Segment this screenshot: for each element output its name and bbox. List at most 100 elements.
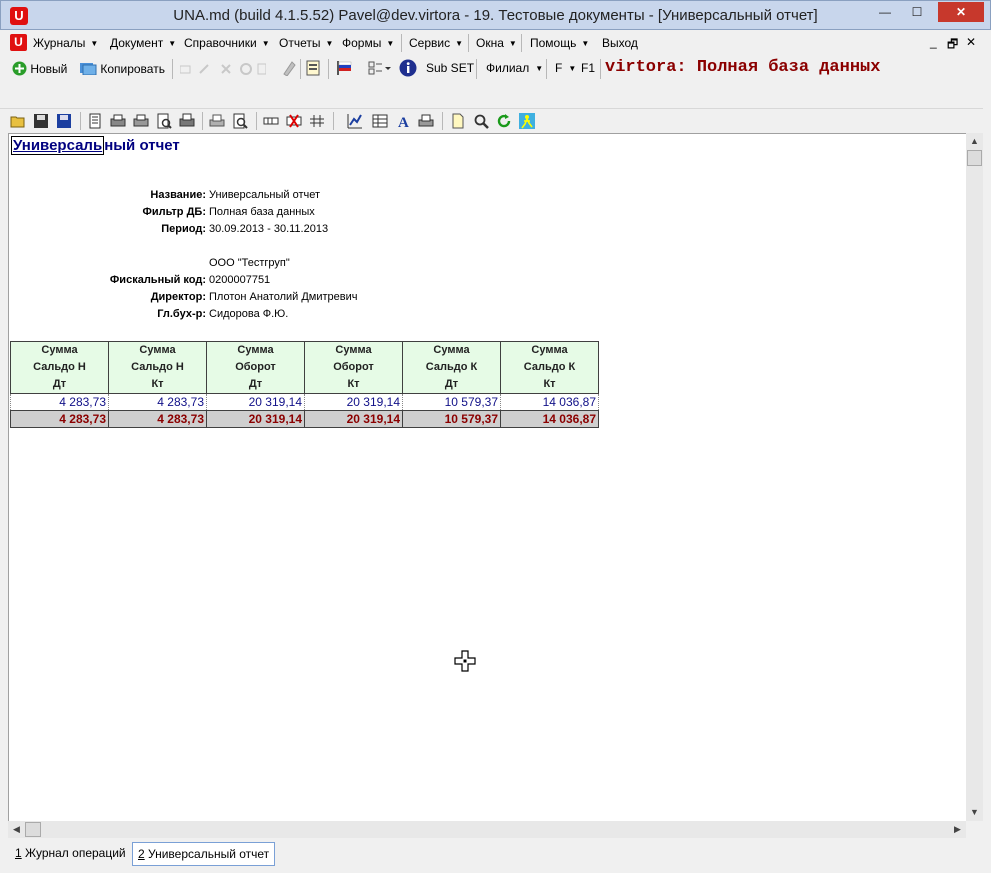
header-cell-turnover-debit[interactable]: Сумма Оборот Дт (206, 341, 305, 394)
window-frame-edge (983, 56, 991, 873)
find-icon[interactable] (473, 113, 489, 129)
printer-icon[interactable] (209, 113, 225, 129)
f-dropdown[interactable]: F ▼ (555, 61, 576, 75)
print-icon[interactable] (110, 113, 126, 129)
total-cell[interactable]: 4 283,73 (10, 410, 109, 428)
report-title: Универсаль ный отчет (11, 136, 180, 155)
toolbar-separator (442, 112, 443, 130)
print-setup-icon[interactable] (179, 113, 195, 129)
horizontal-scrollbar[interactable]: ◀ ▶ (8, 821, 966, 838)
horizontal-scroll-thumb[interactable] (25, 822, 41, 837)
header-cell-closing-debit[interactable]: Сумма Сальдо К Дт (402, 341, 501, 394)
header-cell-opening-debit[interactable]: Сумма Сальдо Н Дт (10, 341, 109, 394)
scroll-right-icon[interactable]: ▶ (949, 821, 966, 838)
table-cell[interactable]: 14 036,87 (500, 393, 599, 411)
table-cell[interactable]: 4 283,73 (108, 393, 207, 411)
table-header-row: Сумма Сальдо Н Дт Сумма Сальдо Н Кт Сумма Обо… (10, 341, 599, 394)
toolbar-separator (546, 59, 547, 79)
window-tab-bar: 1 Журнал операций 2 Универсальный отчет (0, 839, 991, 873)
toolbar-separator (600, 59, 601, 79)
font-icon[interactable]: A (395, 113, 411, 129)
menu-exit[interactable]: Выход (602, 36, 638, 50)
close-button[interactable]: ✕ (938, 2, 984, 22)
table-total-row[interactable]: 4 283,73 4 283,73 20 319,14 20 319,14 10… (10, 410, 599, 428)
exit-report-icon[interactable] (519, 113, 535, 129)
columns-icon[interactable] (263, 113, 279, 129)
document-filter-icon[interactable] (306, 60, 322, 76)
menu-forms[interactable]: Формы ▼ (342, 36, 394, 50)
total-cell[interactable]: 20 319,14 (206, 410, 305, 428)
tools-icon[interactable] (282, 60, 296, 76)
new-page-icon[interactable] (450, 113, 466, 129)
table-cell[interactable]: 10 579,37 (402, 393, 501, 411)
header-cell-turnover-credit[interactable]: Сумма Оборот Кт (304, 341, 403, 394)
scroll-left-icon[interactable]: ◀ (8, 821, 25, 838)
menu-reports[interactable]: Отчеты ▼ (279, 36, 333, 50)
total-cell[interactable]: 20 319,14 (304, 410, 403, 428)
open-folder-icon[interactable] (10, 113, 26, 129)
mdi-restore-button[interactable]: 🗗 (947, 35, 958, 56)
minimize-button[interactable]: — (871, 2, 899, 22)
crosshair-cursor-icon (454, 650, 476, 672)
total-cell[interactable]: 4 283,73 (108, 410, 207, 428)
delete-column-icon[interactable] (286, 113, 302, 129)
flag-icon[interactable] (336, 61, 354, 75)
table-cell[interactable]: 20 319,14 (206, 393, 305, 411)
menu-logo-icon[interactable]: U (10, 34, 27, 51)
f1-button[interactable]: F1 (581, 61, 595, 75)
scroll-down-icon[interactable]: ▼ (966, 804, 983, 821)
new-button[interactable]: Новый (12, 61, 67, 76)
info-label-accountant: Гл.бух-р: (157, 308, 206, 320)
save-as-icon[interactable] (56, 113, 72, 129)
menu-journals[interactable]: Журналы ▼ (33, 36, 98, 50)
svg-text:A: A (398, 115, 409, 129)
menu-service[interactable]: Сервис ▼ (409, 36, 463, 50)
info-value-filter: Полная база данных (209, 206, 315, 218)
mdi-minimize-button[interactable]: _ (930, 35, 937, 49)
menu-windows[interactable]: Окна ▼ (476, 36, 517, 50)
report-title-selection[interactable]: Универсаль (11, 136, 105, 155)
header-cell-opening-credit[interactable]: Сумма Сальдо Н Кт (108, 341, 207, 394)
menu-document[interactable]: Документ ▼ (110, 36, 176, 50)
total-cell[interactable]: 10 579,37 (402, 410, 501, 428)
table-icon[interactable] (372, 113, 388, 129)
toolbar-separator (300, 59, 301, 79)
table-cell[interactable]: 20 319,14 (304, 393, 403, 411)
table-cell[interactable]: 4 283,73 (10, 393, 109, 411)
total-cell[interactable]: 14 036,87 (500, 410, 599, 428)
info-icon[interactable] (399, 59, 417, 77)
maximize-button[interactable]: ☐ (903, 2, 931, 22)
print-settings-icon[interactable] (418, 113, 434, 129)
toolbar-separator (333, 112, 334, 130)
tab-journal-operations[interactable]: 1 Журнал операций (10, 842, 131, 866)
zoom-page-icon[interactable] (232, 113, 248, 129)
disabled-edit-icons (180, 63, 266, 75)
report-viewer[interactable]: Универсаль ный отчет Название: Универсаль… (8, 133, 966, 821)
menu-help[interactable]: Помощь ▼ (530, 36, 589, 50)
menu-references[interactable]: Справочники ▼ (184, 36, 270, 50)
branch-dropdown[interactable]: Филиал ▼ (486, 61, 543, 75)
checklist-icon[interactable] (368, 60, 392, 76)
header-cell-closing-credit[interactable]: Сумма Сальдо К Кт (500, 341, 599, 394)
toolbar-separator (80, 112, 81, 130)
chart-icon[interactable] (347, 113, 363, 129)
toolbar-separator (328, 59, 329, 79)
main-toolbar: Новый Копировать Sub SET Филиал ▼ F ▼ F1 v… (0, 56, 991, 82)
refresh-icon[interactable] (496, 113, 512, 129)
table-row[interactable]: 4 283,73 4 283,73 20 319,14 20 319,14 10… (10, 393, 599, 411)
vertical-scrollbar[interactable]: ▲ ▼ (966, 133, 983, 821)
report-toolbar: A (0, 108, 991, 132)
copy-button[interactable]: Копировать (80, 61, 165, 76)
save-icon[interactable] (33, 113, 49, 129)
page-setup-icon[interactable] (87, 113, 103, 129)
info-label-director: Директор: (150, 291, 206, 303)
mdi-close-button[interactable]: ✕ (966, 35, 976, 49)
grid-lines-icon[interactable] (309, 113, 325, 129)
print-direct-icon[interactable] (133, 113, 149, 129)
vertical-scroll-thumb[interactable] (967, 150, 982, 166)
subset-button[interactable]: Sub SET (426, 61, 474, 75)
scroll-up-icon[interactable]: ▲ (966, 133, 983, 150)
print-preview-icon[interactable] (156, 113, 172, 129)
copy-button-label: Копировать (100, 62, 165, 76)
tab-universal-report[interactable]: 2 Универсальный отчет (132, 842, 276, 866)
